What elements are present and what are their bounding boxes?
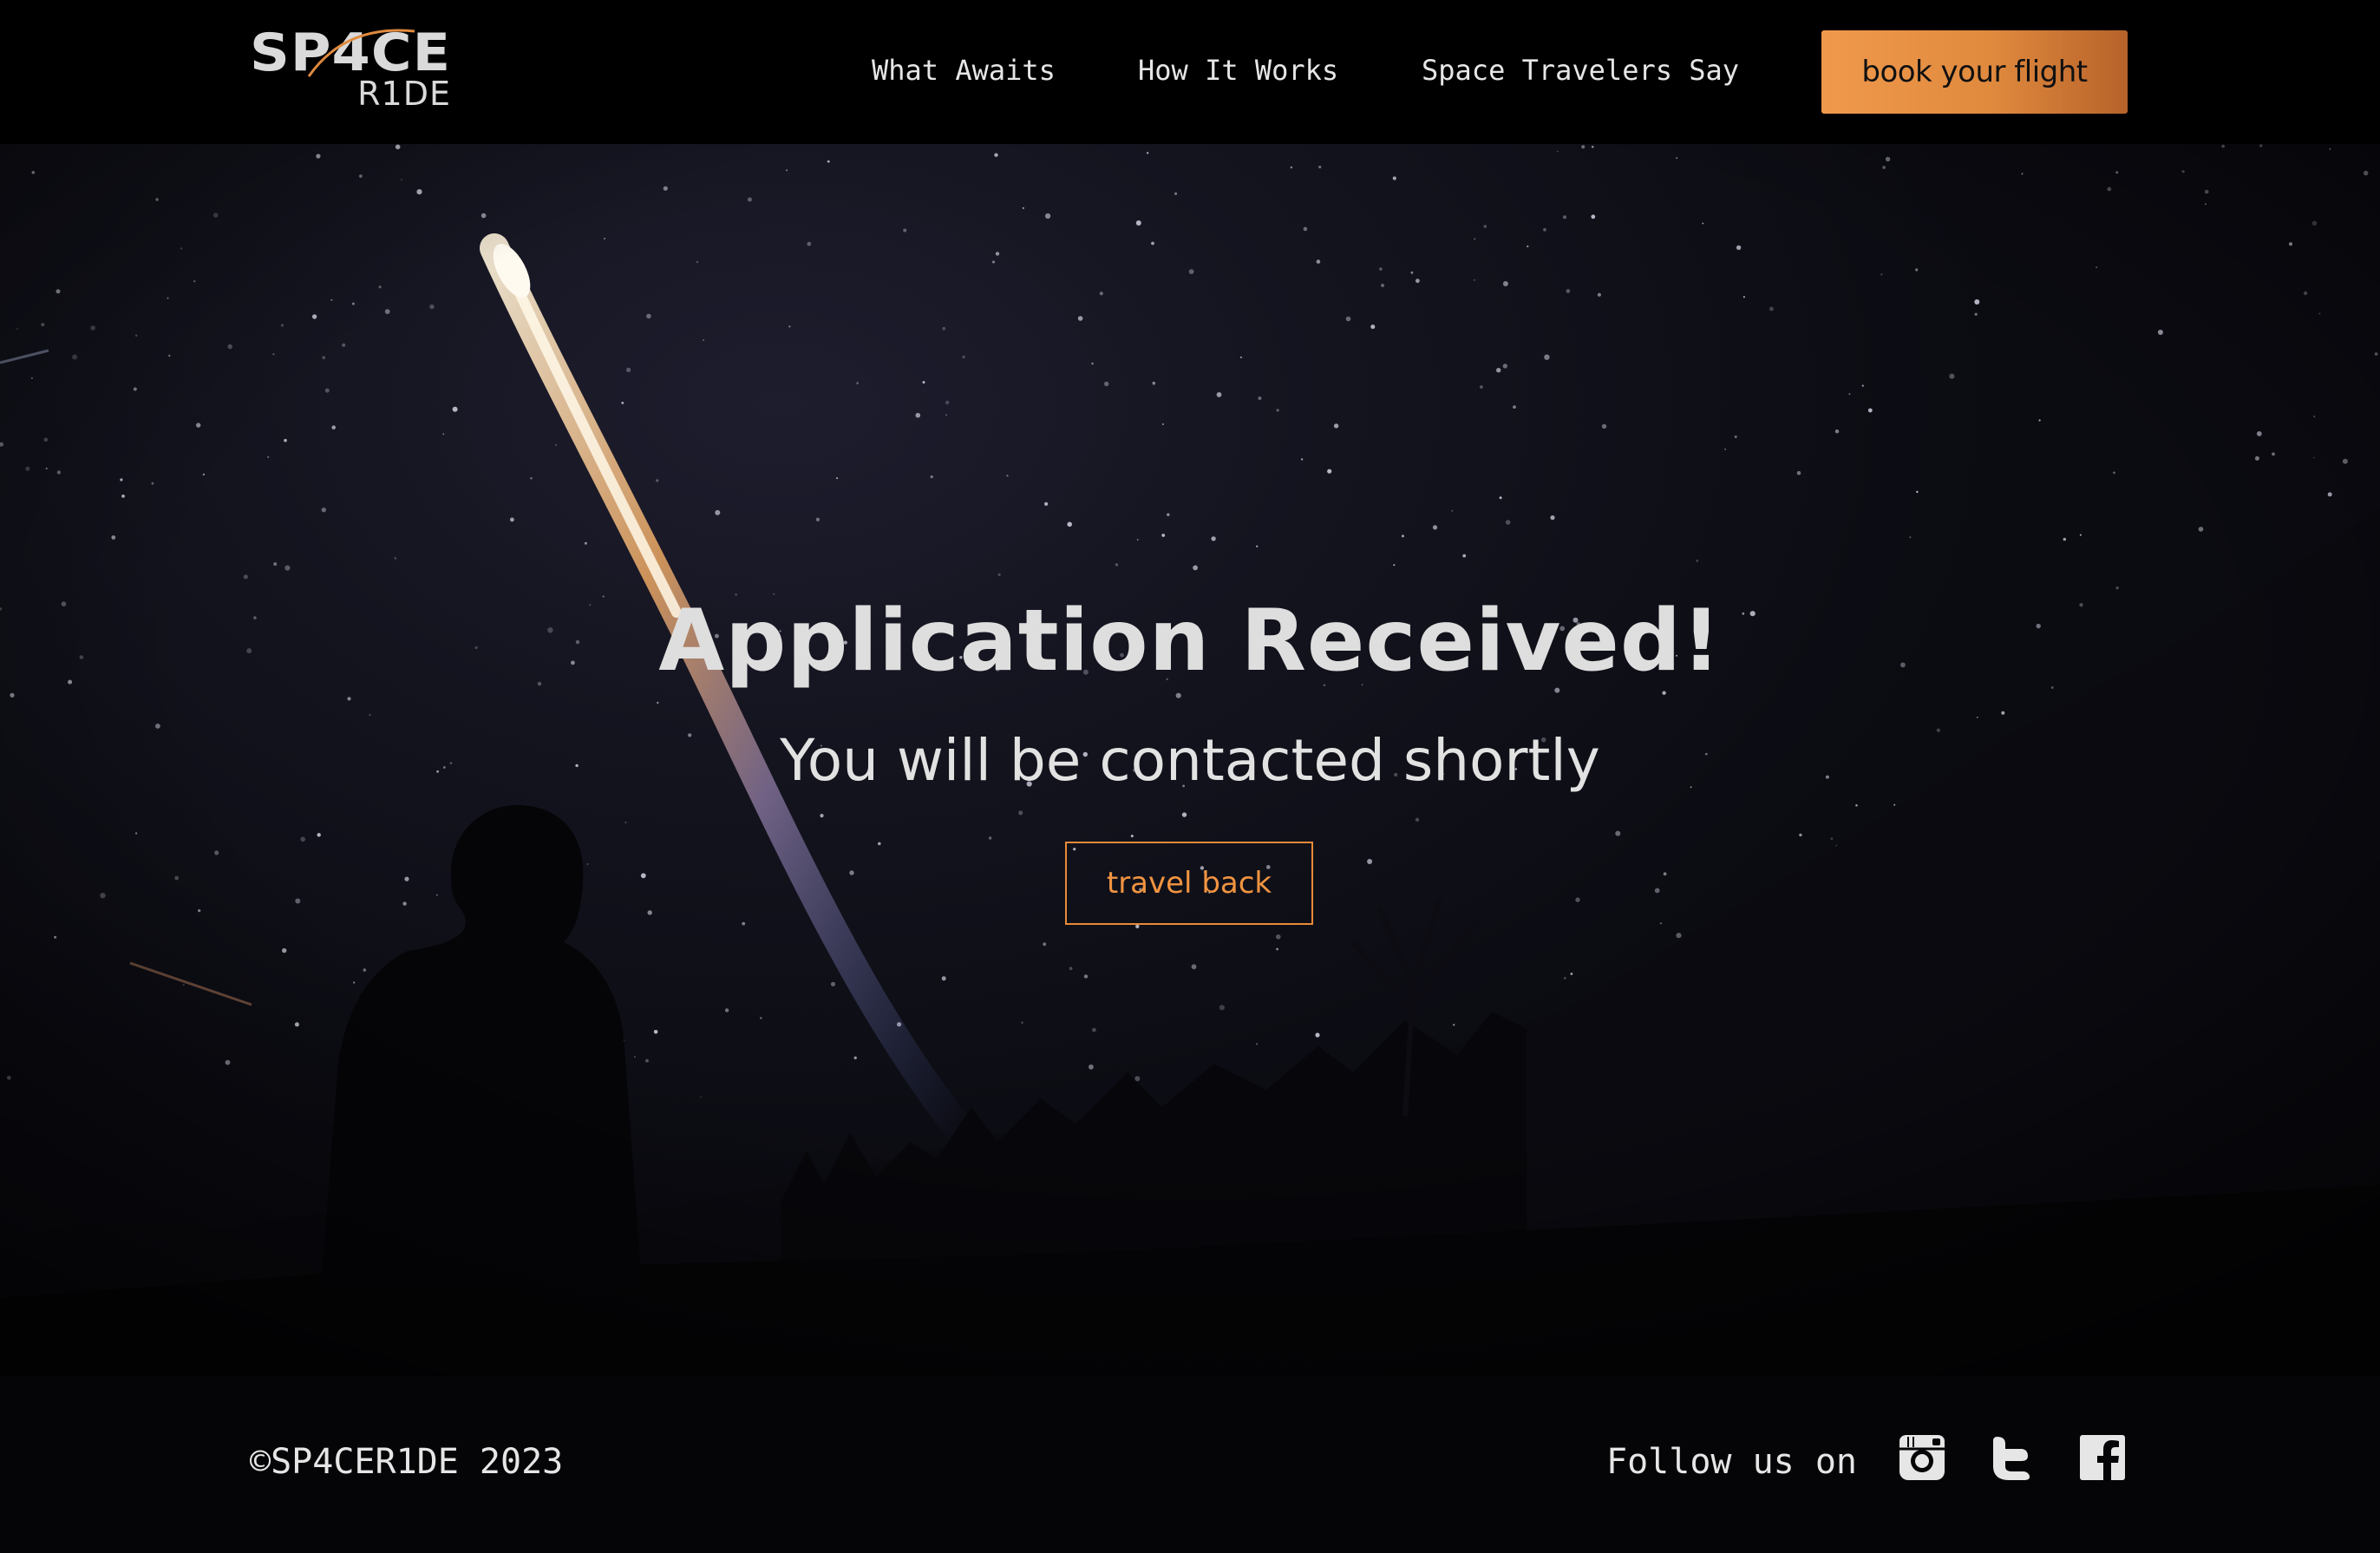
instagram-icon[interactable]: [1898, 1433, 1946, 1482]
hero-section: Application Received! You will be contac…: [0, 144, 2380, 1376]
logo[interactable]: SP4CE R1DE: [250, 24, 451, 115]
copyright-text: ©SP4CER1DE 2023: [250, 1442, 564, 1482]
site-header: SP4CE R1DE What Awaits How It Works Spac…: [0, 0, 2380, 144]
book-flight-button[interactable]: book your flight: [1821, 30, 2128, 114]
page-title: Application Received!: [658, 592, 1722, 691]
follow-us-label: Follow us on: [1606, 1442, 1857, 1482]
page-subtitle: You will be contacted shortly: [780, 727, 1600, 794]
facebook-icon[interactable]: [2078, 1433, 2127, 1482]
twitter-icon[interactable]: [1988, 1433, 2037, 1482]
nav-link-what-awaits[interactable]: What Awaits: [872, 54, 1056, 87]
nav-link-space-travelers-say[interactable]: Space Travelers Say: [1422, 54, 1739, 87]
logo-line1: SP4CE: [250, 23, 452, 83]
nav-link-how-it-works[interactable]: How It Works: [1138, 54, 1338, 87]
travel-back-button[interactable]: travel back: [1065, 842, 1313, 925]
logo-line2: R1DE: [357, 75, 451, 113]
site-footer: ©SP4CER1DE 2023 Follow us on: [0, 1376, 2380, 1553]
